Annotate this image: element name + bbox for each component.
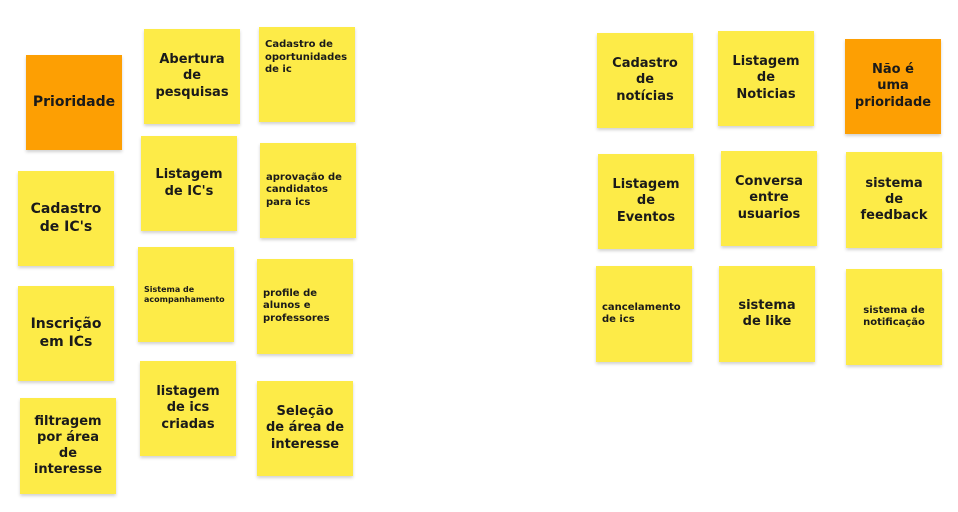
sticky-note[interactable]: Cadastro de oportunidades de ic xyxy=(259,27,355,122)
sticky-note[interactable]: Inscrição em ICs xyxy=(18,286,114,381)
sticky-note[interactable]: filtragem por área de interesse xyxy=(20,398,116,494)
sticky-note[interactable]: Listagem de IC's xyxy=(141,136,237,231)
sticky-note[interactable]: Cadastro de IC's xyxy=(18,171,114,266)
sticky-note-priority-label[interactable]: Prioridade xyxy=(26,55,122,150)
sticky-note[interactable]: aprovação de candidatos para ics xyxy=(260,143,356,238)
sticky-note[interactable]: Seleção de área de interesse xyxy=(257,381,353,476)
sticky-note[interactable]: listagem de ics criadas xyxy=(140,361,236,456)
sticky-note[interactable]: Listagem de Eventos xyxy=(598,154,694,249)
sticky-note[interactable]: Listagem de Noticias xyxy=(718,31,814,126)
sticky-note[interactable]: Sistema de acompanhamento xyxy=(138,247,234,342)
sticky-note[interactable]: sistema de like xyxy=(719,266,815,362)
sticky-note[interactable]: sistema de notificação xyxy=(846,269,942,365)
sticky-note[interactable]: cancelamento de ics xyxy=(596,266,692,362)
sticky-note[interactable]: Cadastro de notícias xyxy=(597,33,693,128)
sticky-note[interactable]: sistema de feedback xyxy=(846,152,942,248)
sticky-note[interactable]: profile de alunos e professores xyxy=(257,259,353,354)
sticky-note[interactable]: Abertura de pesquisas xyxy=(144,29,240,124)
sticky-note[interactable]: Conversa entre usuarios xyxy=(721,151,817,246)
sticky-note-not-priority-label[interactable]: Não é uma prioridade xyxy=(845,39,941,134)
